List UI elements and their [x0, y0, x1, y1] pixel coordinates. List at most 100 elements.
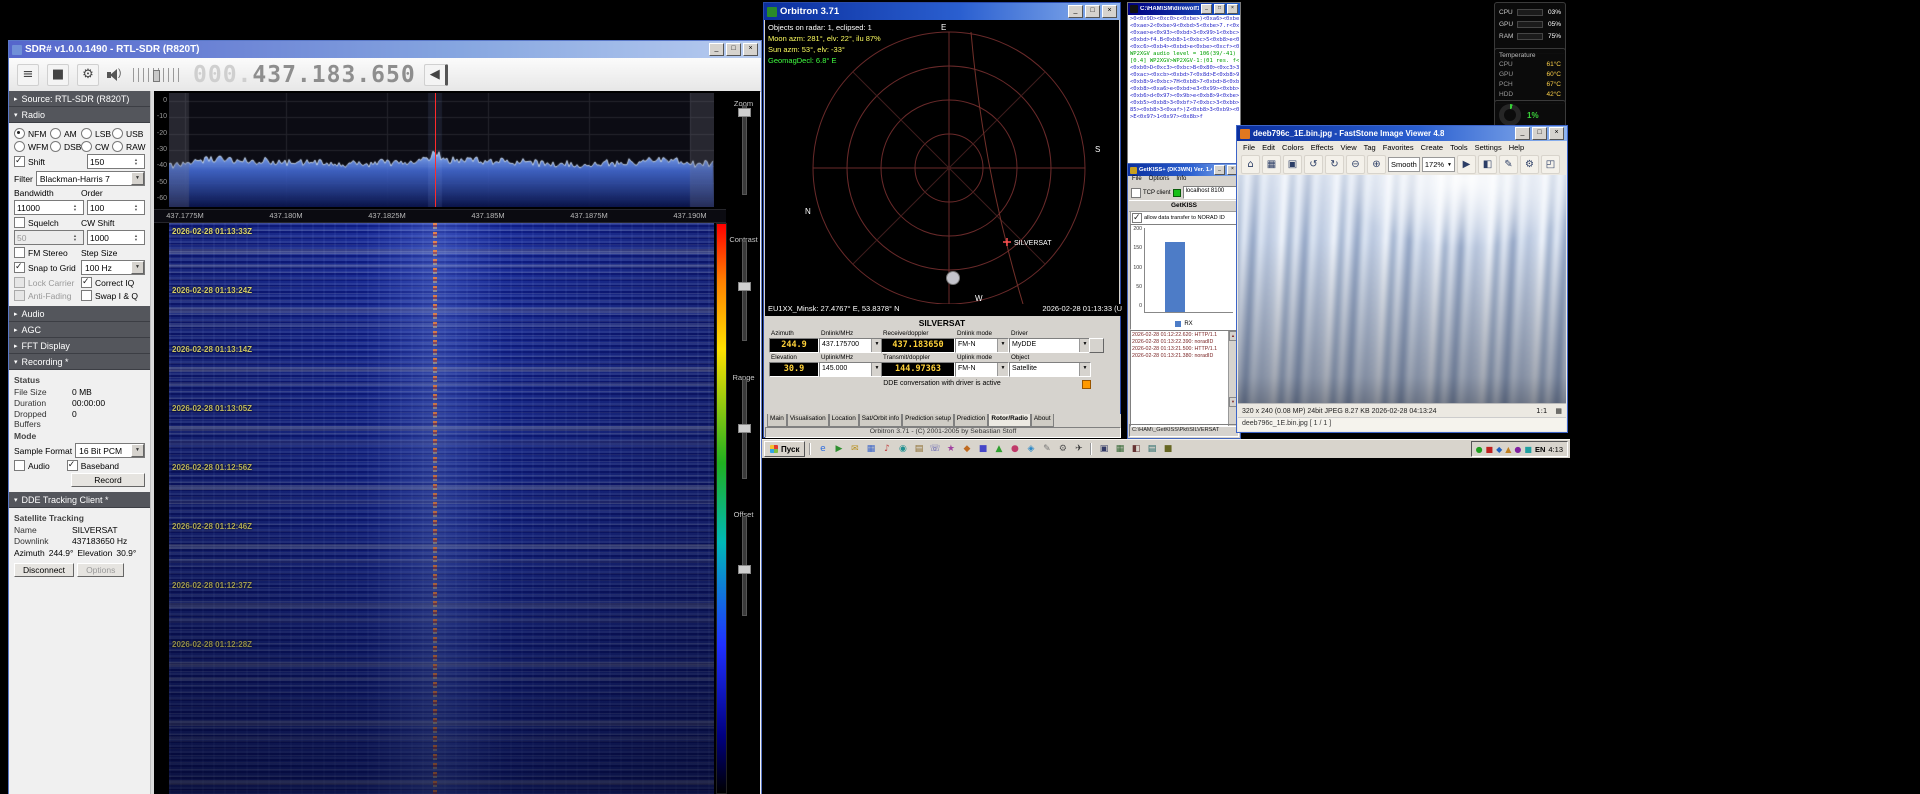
snap-to-center-icon[interactable]: ◀: [423, 63, 448, 86]
tray-icon[interactable]: ●: [1514, 445, 1521, 454]
menu-create[interactable]: Create: [1421, 143, 1444, 152]
source-section-header[interactable]: ▸ Source: RTL-SDR (R820T): [9, 91, 150, 107]
uplink-freq-dropdown[interactable]: 145.000 ▼: [819, 362, 883, 377]
stop-icon[interactable]: ■: [47, 63, 69, 86]
quicklaunch-icon[interactable]: ☏: [927, 442, 942, 456]
taskbar-app-icon[interactable]: ■: [1160, 442, 1175, 456]
satellite-marker[interactable]: [1003, 238, 1011, 246]
quicklaunch-icon[interactable]: ⚙: [1055, 442, 1070, 456]
menu-info[interactable]: Info: [1176, 176, 1186, 185]
smooth-toggle[interactable]: Smooth: [1388, 157, 1420, 172]
tray-icon[interactable]: ◆: [1496, 445, 1502, 454]
direwolf-titlebar[interactable]: C:\HAM\SM\direwolf181\direwolf.exe _ □ ×: [1128, 3, 1240, 15]
tuning-line[interactable]: [434, 93, 436, 207]
tray-icon[interactable]: ■: [1486, 445, 1494, 454]
draw-icon[interactable]: ✎: [1499, 155, 1518, 174]
recording-section-header[interactable]: ▾ Recording *: [9, 354, 150, 370]
orbitron-titlebar[interactable]: Orbitron 3.71 _ □ ×: [764, 3, 1120, 20]
start-button[interactable]: Пуск: [764, 441, 806, 457]
contrast-slider-thumb[interactable]: [738, 282, 751, 291]
mode-lsb[interactable]: LSB: [81, 128, 111, 139]
norad-transfer-checkbox[interactable]: [1132, 212, 1142, 223]
disconnect-button[interactable]: Disconnect: [14, 563, 75, 577]
tab-main[interactable]: Main: [767, 414, 787, 427]
record-audio-checkbox[interactable]: [14, 460, 25, 471]
waterfall-display[interactable]: 2026-02-28 01:13:33Z 2026-02-28 01:13:24…: [169, 223, 714, 794]
uplink-mode-dropdown[interactable]: FM-N ▼: [955, 362, 1009, 377]
dnlink-mode-dropdown[interactable]: FM-N ▼: [955, 338, 1009, 353]
tray-icon[interactable]: ▲: [1505, 445, 1511, 454]
options-button[interactable]: Options: [77, 563, 125, 577]
shift-checkbox[interactable]: [14, 155, 25, 167]
spectrum-display[interactable]: [169, 93, 714, 207]
quicklaunch-icon[interactable]: ▦: [863, 442, 878, 456]
quicklaunch-icon[interactable]: ▤: [911, 442, 926, 456]
minimize-button[interactable]: _: [1201, 4, 1212, 14]
menu-tag[interactable]: Tag: [1364, 143, 1376, 152]
radar-display[interactable]: E S W N SILVERSAT Objects on radar: 1, e…: [765, 20, 1119, 305]
correct-iq-checkbox[interactable]: [81, 276, 92, 288]
order-input[interactable]: 100 ▲ ▼: [87, 200, 145, 215]
host-input[interactable]: localhost 8100: [1182, 186, 1237, 199]
menu-help[interactable]: Help: [1509, 143, 1524, 152]
menu-settings[interactable]: Settings: [1475, 143, 1502, 152]
close-button[interactable]: ×: [743, 43, 758, 56]
tray-icon[interactable]: ■: [1524, 445, 1532, 454]
quicklaunch-icon[interactable]: ✎: [1039, 442, 1054, 456]
frequency-display[interactable]: 000.437.183.650: [193, 62, 416, 88]
zoom-in-icon[interactable]: ⊕: [1367, 155, 1386, 174]
object-dropdown[interactable]: Satellite ▼: [1009, 362, 1091, 377]
browse-icon[interactable]: ▦: [1262, 155, 1281, 174]
maximize-button[interactable]: □: [726, 43, 741, 56]
menu-file[interactable]: File: [1132, 176, 1142, 185]
radio-section-header[interactable]: ▾ Radio: [9, 107, 150, 123]
volume-slider-thumb[interactable]: [153, 69, 160, 82]
compare-icon[interactable]: ◧: [1478, 155, 1497, 174]
tab-rotor-radio[interactable]: Rotor/Radio: [988, 414, 1031, 427]
mode-am[interactable]: AM: [50, 128, 78, 139]
packet-log[interactable]: 2026-02-28 01:12:22.620: HTTP/1.1 2026-0…: [1130, 330, 1238, 427]
quicklaunch-icon[interactable]: ◈: [1023, 442, 1038, 456]
close-button[interactable]: ×: [1549, 127, 1564, 140]
tab-sat-orbit-info[interactable]: Sat/Orbit info: [858, 414, 903, 427]
rotate-right-icon[interactable]: ↻: [1325, 155, 1344, 174]
volume-slider[interactable]: [133, 67, 181, 82]
range-slider[interactable]: [738, 379, 751, 479]
mode-usb[interactable]: USB: [112, 128, 143, 139]
squelch-checkbox[interactable]: [14, 217, 25, 228]
dde-section-header[interactable]: ▾ DDE Tracking Client *: [9, 492, 150, 508]
driver-refresh-button[interactable]: [1089, 338, 1104, 353]
mode-raw[interactable]: RAW: [112, 141, 146, 152]
tab-about[interactable]: About: [1030, 414, 1054, 427]
filter-dropdown[interactable]: Blackman-Harris 7 ▼: [35, 171, 145, 186]
mode-nfm[interactable]: NFM: [14, 128, 47, 139]
menu-favorites[interactable]: Favorites: [1383, 143, 1414, 152]
shift-input[interactable]: 150 ▲ ▼: [87, 154, 145, 169]
quicklaunch-icon[interactable]: e: [815, 442, 830, 456]
menu-edit[interactable]: Edit: [1262, 143, 1275, 152]
quicklaunch-icon[interactable]: ✉: [847, 442, 862, 456]
menu-view[interactable]: View: [1341, 143, 1357, 152]
menu-colors[interactable]: Colors: [1282, 143, 1304, 152]
speaker-icon[interactable]: ): [107, 67, 125, 83]
minimize-button[interactable]: _: [1214, 165, 1225, 175]
image-viewport[interactable]: [1238, 175, 1566, 404]
tray-icon[interactable]: ●: [1476, 445, 1483, 454]
settings-gear-icon[interactable]: ⚙: [1520, 155, 1539, 174]
close-button[interactable]: ×: [1102, 5, 1117, 18]
taskbar-app-icon[interactable]: ◧: [1128, 442, 1143, 456]
maximize-button[interactable]: □: [1085, 5, 1100, 18]
snap-to-grid-checkbox[interactable]: [14, 261, 25, 273]
tab-location[interactable]: Location: [828, 414, 859, 427]
step-size-dropdown[interactable]: 100 Hz ▼: [81, 260, 145, 275]
record-button[interactable]: Record: [71, 473, 145, 487]
clock[interactable]: 4:13: [1548, 445, 1563, 454]
menu-icon[interactable]: ≡: [17, 63, 39, 86]
fft-display-section-header[interactable]: ▸ FFT Display: [9, 338, 150, 354]
getkiss-titlebar[interactable]: GetKISS+ (DK3WN) Ver. 1.4.2 _ ×: [1128, 164, 1240, 176]
cw-shift-input[interactable]: 1000 ▲ ▼: [87, 230, 145, 245]
record-baseband-checkbox[interactable]: [66, 459, 78, 471]
sample-format-dropdown[interactable]: 16 Bit PCM ▼: [75, 443, 145, 458]
tab-visualisation[interactable]: Visualisation: [786, 414, 829, 427]
quicklaunch-icon[interactable]: ▶: [831, 442, 846, 456]
